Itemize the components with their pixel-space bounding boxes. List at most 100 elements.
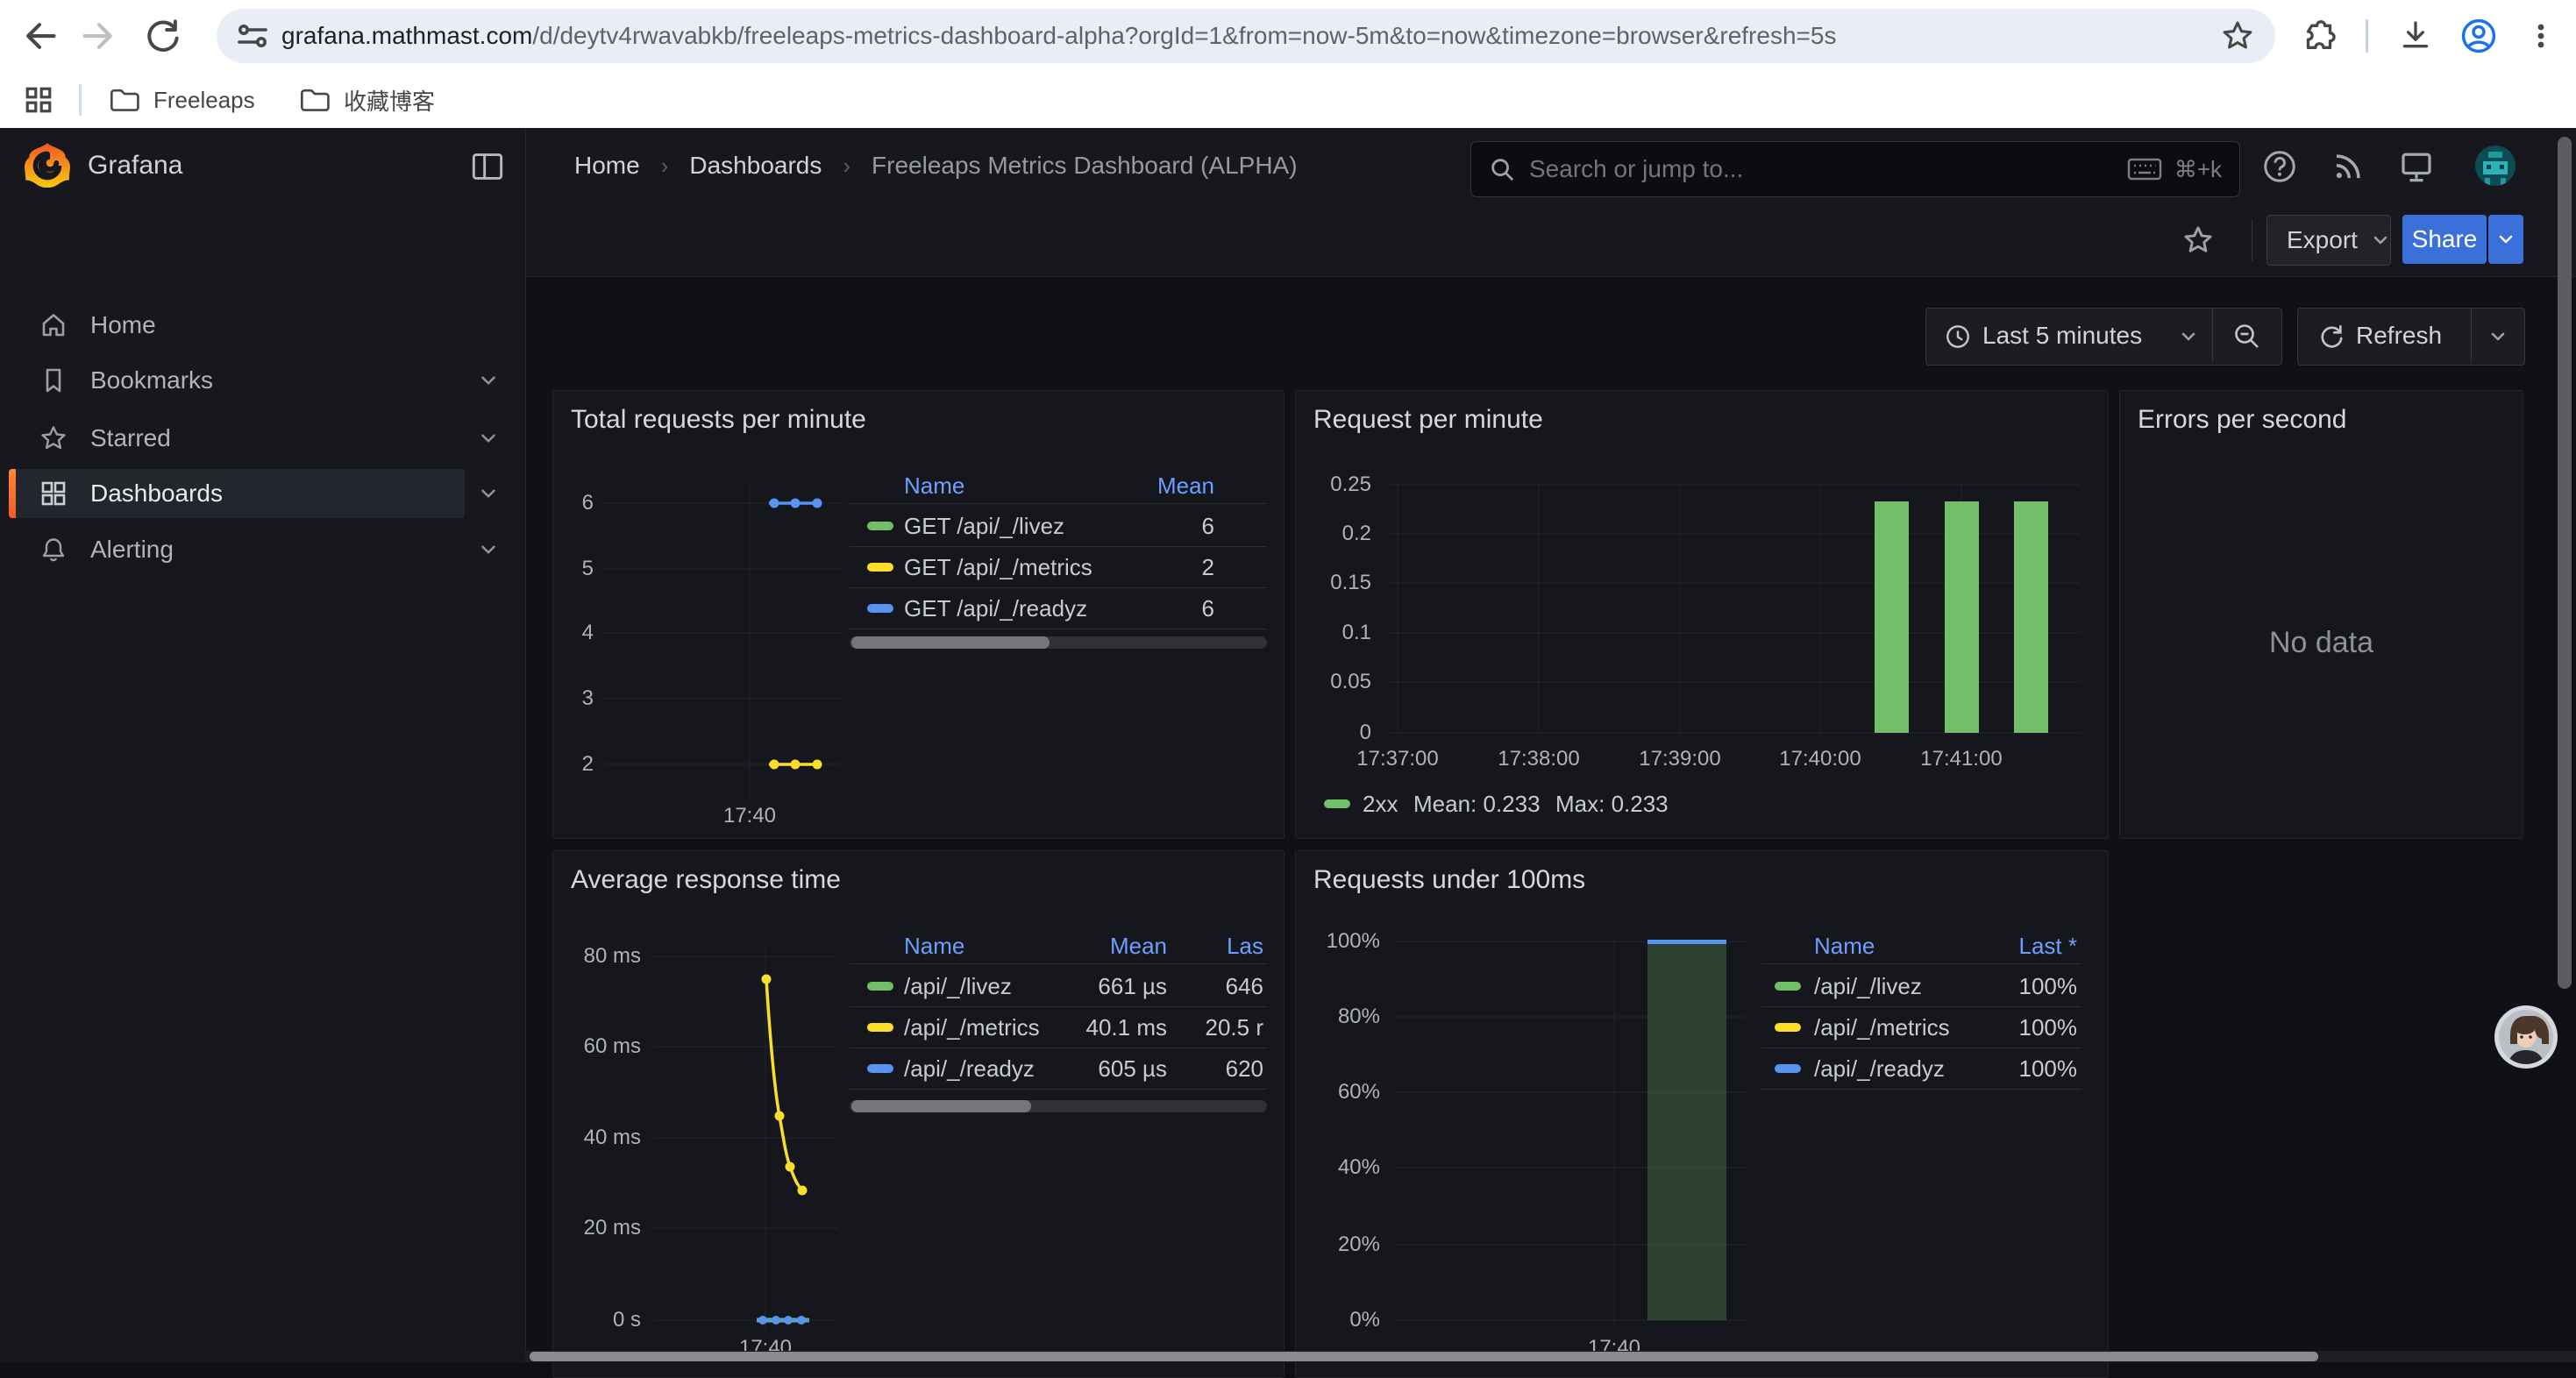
back-icon[interactable]	[19, 16, 60, 56]
zoom-out-icon[interactable]	[2224, 322, 2268, 350]
legend-series-name[interactable]: /api/_/livez	[904, 973, 1012, 999]
series-color-pill[interactable]	[1775, 1023, 1801, 1032]
reload-icon[interactable]	[142, 16, 182, 56]
legend-series-name[interactable]: /api/_/readyz	[904, 1055, 1035, 1082]
horizontal-scrollbar[interactable]	[525, 1351, 2576, 1362]
series-color-pill[interactable]	[867, 982, 893, 991]
bookmark-label: 收藏博客	[344, 84, 435, 117]
series-color-pill[interactable]	[867, 563, 893, 572]
panel-request-per-minute[interactable]: Request per minute 0.25 0.2 0.15 0.1 0.0…	[1295, 390, 2109, 839]
profile-icon[interactable]	[2457, 16, 2501, 56]
legend-header-last[interactable]: Last *	[2019, 933, 2078, 959]
sidebar-item-dashboards[interactable]: Dashboards	[0, 469, 525, 518]
area-chart[interactable]	[1395, 937, 1746, 1333]
legend-header-mean[interactable]: Mean	[1110, 933, 1167, 959]
panel-title[interactable]: Errors per second	[2138, 405, 2346, 435]
sidebar-item-home[interactable]: Home	[0, 301, 525, 350]
search-input[interactable]	[1527, 154, 1987, 184]
forward-icon[interactable]	[79, 16, 119, 56]
panel-title[interactable]: Total requests per minute	[571, 405, 866, 435]
download-icon[interactable]	[2394, 16, 2437, 56]
legend-hscrollbar[interactable]	[850, 1100, 1267, 1112]
panel-errors-per-second[interactable]: Errors per second No data	[2119, 390, 2523, 839]
grafana-app: Grafana Home › Dashboards › Freeleaps Me…	[0, 128, 2576, 1362]
legend-series-name[interactable]: GET /api/_/metrics	[904, 554, 1092, 580]
chevron-down-icon[interactable]	[477, 369, 500, 392]
sidebar-item-bookmarks[interactable]: Bookmarks	[0, 356, 525, 405]
legend-header-name[interactable]: Name	[904, 933, 964, 959]
refresh-interval-dropdown[interactable]	[2484, 325, 2512, 348]
vertical-scrollbar[interactable]	[2558, 137, 2572, 989]
legend-series-name[interactable]: /api/_/metrics	[1814, 1014, 1950, 1041]
series-color-pill[interactable]	[867, 1064, 893, 1073]
legend-series-name[interactable]: /api/_/readyz	[1814, 1055, 1945, 1082]
time-range-picker[interactable]: Last 5 minutes	[1982, 309, 2142, 363]
bookmark-folder-freeleaps[interactable]: Freeleaps	[110, 81, 255, 119]
legend-series-name[interactable]: GET /api/_/livez	[904, 513, 1064, 539]
line-chart[interactable]	[604, 486, 841, 810]
user-avatar[interactable]	[2474, 145, 2516, 187]
export-button[interactable]: Export	[2266, 215, 2391, 266]
series-color-pill[interactable]	[1775, 982, 1801, 991]
series-color-pill[interactable]	[1775, 1064, 1801, 1073]
chevron-down-icon[interactable]	[477, 482, 500, 505]
url-text[interactable]: grafana.mathmast.com/d/deytv4rwavabkb/fr…	[281, 22, 2221, 50]
legend-header-name[interactable]: Name	[1814, 933, 1875, 959]
sidebar-item-label: Starred	[90, 414, 171, 463]
refresh-button[interactable]: Refresh	[2356, 309, 2442, 363]
url-bar[interactable]: grafana.mathmast.com/d/deytv4rwavabkb/fr…	[217, 9, 2275, 63]
legend-series-name[interactable]: /api/_/livez	[1814, 973, 1922, 999]
favorite-star-icon[interactable]	[2181, 223, 2216, 258]
horizontal-scrollbar-thumb[interactable]	[530, 1352, 2318, 1361]
share-button[interactable]: Share	[2402, 215, 2487, 264]
bar-chart[interactable]	[1388, 479, 2081, 735]
sidebar-item-alerting[interactable]: Alerting	[0, 525, 525, 574]
breadcrumb-separator-icon: ›	[843, 153, 850, 180]
help-icon[interactable]	[2260, 147, 2299, 186]
no-data-message: No data	[2120, 626, 2523, 660]
legend-series-name[interactable]: GET /api/_/readyz	[904, 595, 1087, 622]
menu-kebab-icon[interactable]	[2523, 16, 2558, 56]
home-icon	[39, 311, 68, 339]
breadcrumb-home[interactable]: Home	[574, 152, 640, 180]
extensions-icon[interactable]	[2297, 16, 2341, 56]
monitor-icon[interactable]	[2397, 147, 2436, 186]
series-color-pill[interactable]	[1324, 799, 1350, 808]
sidebar-collapse-icon[interactable]	[470, 149, 505, 184]
series-color-pill[interactable]	[867, 1023, 893, 1032]
chevron-down-icon[interactable]	[477, 538, 500, 561]
share-dropdown-button[interactable]	[2488, 215, 2523, 264]
line-chart[interactable]	[654, 943, 838, 1339]
legend-header-name[interactable]: Name	[904, 472, 964, 499]
bookmark-folder-blogs[interactable]: 收藏博客	[300, 81, 435, 119]
search-box[interactable]: ⌘+k	[1470, 141, 2240, 197]
grafana-logo[interactable]	[23, 141, 72, 190]
panel-title[interactable]: Requests under 100ms	[1313, 865, 1585, 895]
panel-title[interactable]: Request per minute	[1313, 405, 1543, 435]
panel-title[interactable]: Average response time	[571, 865, 841, 895]
sidebar-item-starred[interactable]: Starred	[0, 414, 525, 463]
legend-series-name[interactable]: /api/_/metrics	[904, 1014, 1040, 1041]
breadcrumb-dashboards[interactable]: Dashboards	[689, 152, 822, 180]
panel-total-requests[interactable]: Total requests per minute 6 5 4 3 2 17:4…	[552, 390, 1284, 839]
series-color-pill[interactable]	[867, 522, 893, 530]
news-rss-icon[interactable]	[2329, 147, 2367, 186]
legend-header-mean[interactable]: Mean	[1157, 472, 1214, 499]
series-color-pill[interactable]	[867, 604, 893, 613]
apps-grid-icon[interactable]	[19, 81, 58, 119]
chevron-down-icon[interactable]	[2177, 325, 2200, 348]
bookmark-star-icon[interactable]	[2221, 19, 2254, 53]
legend-last-value: 620	[1183, 1055, 1263, 1082]
sidebar-item-label: Bookmarks	[90, 356, 213, 405]
legend-hscrollbar[interactable]	[850, 636, 1267, 649]
y-tick: 0 s	[553, 1307, 641, 1333]
legend-header-last[interactable]: Las	[1227, 933, 1263, 959]
floating-assistant-avatar[interactable]	[2494, 1005, 2558, 1069]
panel-requests-under-100ms[interactable]: Requests under 100ms 100% 80% 60% 40% 20…	[1295, 850, 2109, 1378]
search-icon	[1489, 156, 1515, 182]
legend-series-name[interactable]: 2xx	[1363, 792, 1398, 816]
bookmark-label: Freeleaps	[153, 87, 255, 114]
tune-icon[interactable]	[236, 23, 269, 49]
panel-avg-response-time[interactable]: Average response time 80 ms 60 ms 40 ms …	[552, 850, 1284, 1378]
chevron-down-icon[interactable]	[477, 427, 500, 450]
